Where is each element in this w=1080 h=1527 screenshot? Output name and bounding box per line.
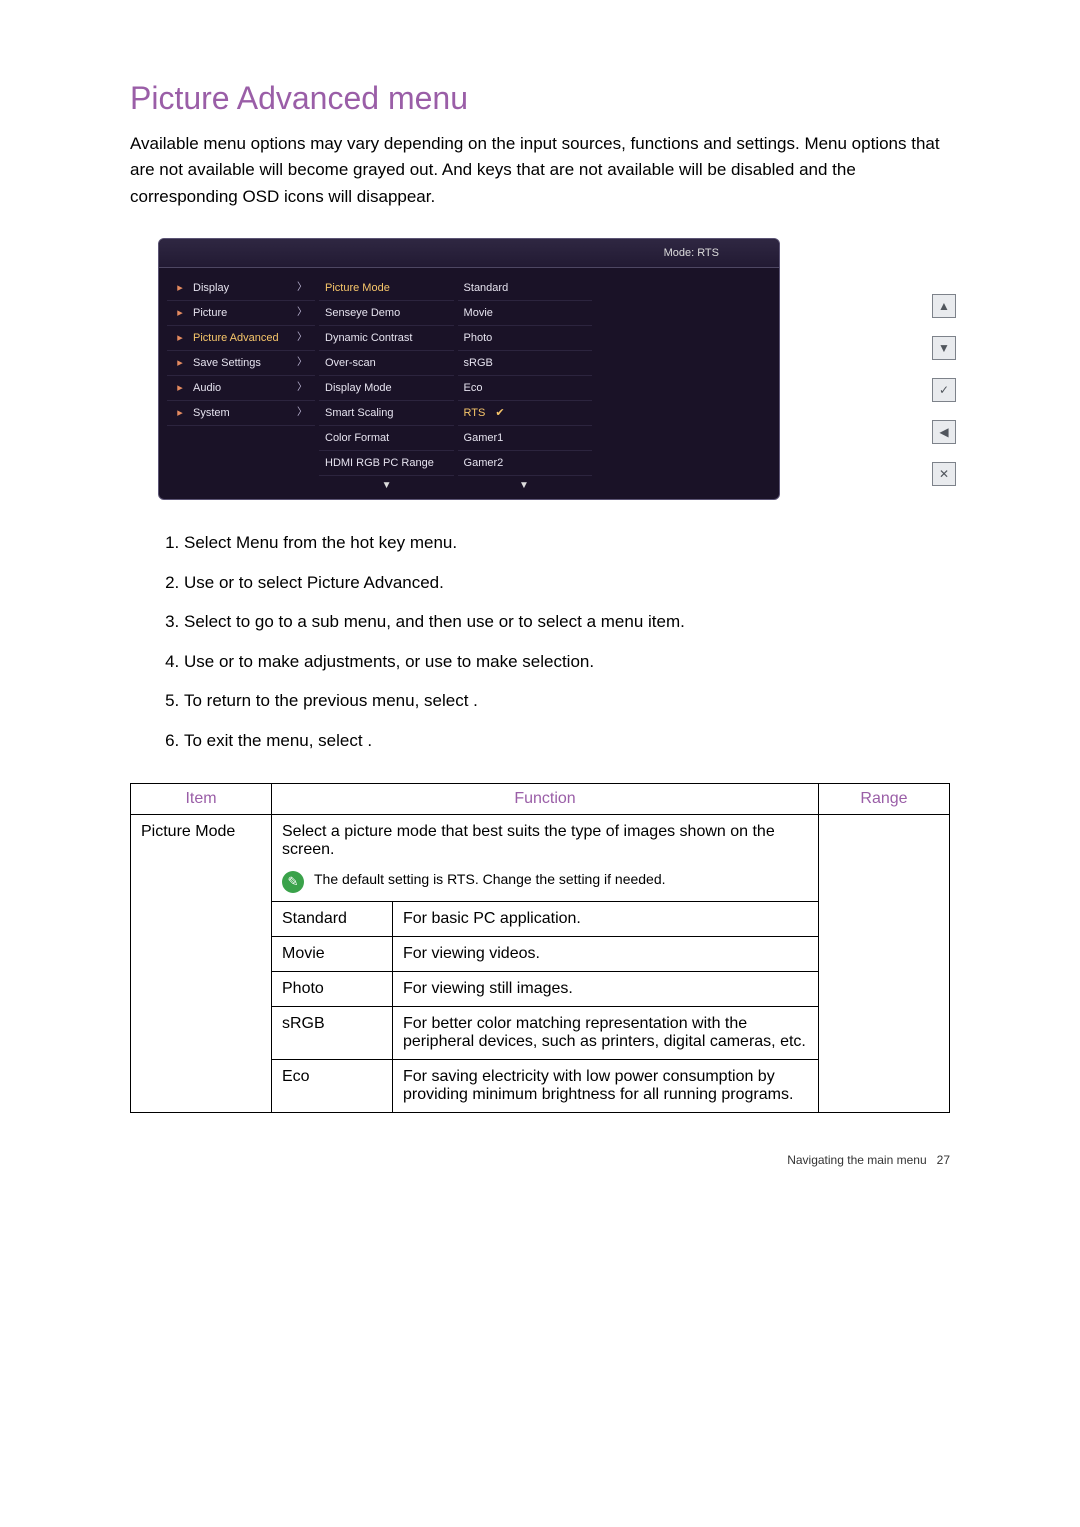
- mode-desc: For better color matching representation…: [393, 1007, 818, 1059]
- osd-item-label: Gamer2: [464, 451, 504, 475]
- osd-item[interactable]: Dynamic Contrast: [319, 326, 454, 351]
- osd-item-label: Over-scan: [325, 351, 376, 375]
- chevron-right-icon: 〉: [297, 301, 307, 325]
- osd-nav-button[interactable]: ✓: [932, 378, 956, 402]
- osd-nav-button[interactable]: ▼: [932, 336, 956, 360]
- osd-item[interactable]: ▸System 〉: [167, 401, 315, 426]
- menu-icon: ▸: [173, 401, 187, 425]
- chevron-right-icon: 〉: [297, 401, 307, 425]
- mode-desc: For viewing still images.: [393, 972, 818, 1006]
- osd-item[interactable]: sRGB: [458, 351, 593, 376]
- osd-item[interactable]: ▸Save Settings 〉: [167, 351, 315, 376]
- osd-item[interactable]: Display Mode: [319, 376, 454, 401]
- page-footer: Navigating the main menu 27: [130, 1153, 950, 1167]
- osd-item[interactable]: Photo: [458, 326, 593, 351]
- osd-item-label: Movie: [464, 301, 493, 325]
- tip-row: ✎ The default setting is RTS. Change the…: [282, 871, 808, 893]
- chevron-right-icon: 〉: [297, 376, 307, 400]
- osd-item[interactable]: HDMI RGB PC Range: [319, 451, 454, 476]
- chevron-right-icon: 〉: [297, 276, 307, 300]
- col-range: Range: [819, 784, 950, 815]
- osd-item[interactable]: Standard: [458, 276, 593, 301]
- menu-icon: ▸: [173, 376, 187, 400]
- osd-item[interactable]: Picture Mode: [319, 276, 454, 301]
- mode-desc: For basic PC application.: [393, 902, 818, 936]
- osd-item-label: Picture: [193, 301, 227, 325]
- osd-item[interactable]: Over-scan: [319, 351, 454, 376]
- range-cell: [819, 815, 950, 1113]
- step-item: Select Menu from the hot key menu.: [184, 530, 950, 556]
- osd-item-label: Display: [193, 276, 229, 300]
- osd-nav-button[interactable]: ◀: [932, 420, 956, 444]
- osd-item[interactable]: ▸Display 〉: [167, 276, 315, 301]
- menu-icon: ▸: [173, 276, 187, 300]
- osd-item-label: Photo: [464, 326, 493, 350]
- osd-item-label: Senseye Demo: [325, 301, 400, 325]
- osd-item[interactable]: RTS ✔: [458, 401, 593, 426]
- osd-nav-button[interactable]: ✕: [932, 462, 956, 486]
- osd-item[interactable]: Senseye Demo: [319, 301, 454, 326]
- chevron-right-icon: 〉: [297, 326, 307, 350]
- mode-name: Movie: [272, 937, 393, 971]
- osd-item-label: Color Format: [325, 426, 389, 450]
- menu-icon: ▸: [173, 301, 187, 325]
- intro-text: Available menu options may vary dependin…: [130, 131, 950, 210]
- osd-item-label: Dynamic Contrast: [325, 326, 412, 350]
- osd-item-label: Standard: [464, 276, 509, 300]
- osd-item[interactable]: Gamer2: [458, 451, 593, 476]
- chevron-right-icon: 〉: [297, 351, 307, 375]
- step-item: Use or to select Picture Advanced.: [184, 570, 950, 596]
- reference-table: Item Function Range Picture Mode Select …: [130, 783, 950, 1113]
- check-icon: ✔: [495, 401, 504, 425]
- col-item: Item: [131, 784, 272, 815]
- scroll-down-icon: ▼: [455, 476, 592, 493]
- menu-icon: ▸: [173, 351, 187, 375]
- osd-item-label: Picture Mode: [325, 276, 390, 300]
- step-item: Use or to make adjustments, or use to ma…: [184, 649, 950, 675]
- osd-item-label: Gamer1: [464, 426, 504, 450]
- osd-item-label: Audio: [193, 376, 221, 400]
- scroll-down-icon: ▼: [318, 476, 455, 493]
- instruction-steps: Select Menu from the hot key menu. Use or…: [150, 530, 950, 753]
- osd-item[interactable]: Gamer1: [458, 426, 593, 451]
- mode-desc: For viewing videos.: [393, 937, 818, 971]
- osd-item-label: Smart Scaling: [325, 401, 393, 425]
- osd-mode-label: Mode: RTS: [664, 247, 719, 259]
- osd-item-label: RTS: [464, 401, 486, 425]
- mode-name: Eco: [272, 1060, 393, 1112]
- item-desc-cell: Select a picture mode that best suits th…: [272, 815, 819, 902]
- mode-desc: For saving electricity with low power co…: [393, 1060, 818, 1112]
- osd-item[interactable]: Movie: [458, 301, 593, 326]
- mode-name: Standard: [272, 902, 393, 936]
- osd-nav-button[interactable]: ▲: [932, 294, 956, 318]
- osd-item[interactable]: Eco: [458, 376, 593, 401]
- mode-name: Photo: [272, 972, 393, 1006]
- osd-item-label: Save Settings: [193, 351, 261, 375]
- osd-item[interactable]: Color Format: [319, 426, 454, 451]
- pencil-icon: ✎: [282, 871, 304, 893]
- step-item: Select to go to a sub menu, and then use…: [184, 609, 950, 635]
- page-title: Picture Advanced menu: [130, 80, 950, 117]
- step-item: To exit the menu, select .: [184, 728, 950, 754]
- tip-text: The default setting is RTS. Change the s…: [314, 871, 666, 887]
- item-desc: Select a picture mode that best suits th…: [282, 823, 808, 859]
- item-name: Picture Mode: [131, 815, 272, 1113]
- osd-item[interactable]: Smart Scaling: [319, 401, 454, 426]
- osd-item-label: System: [193, 401, 230, 425]
- step-item: To return to the previous menu, select .: [184, 688, 950, 714]
- osd-item[interactable]: ▸Picture 〉: [167, 301, 315, 326]
- menu-icon: ▸: [173, 326, 187, 350]
- osd-item-label: Display Mode: [325, 376, 392, 400]
- osd-item-label: Eco: [464, 376, 483, 400]
- osd-item-label: Picture Advanced: [193, 326, 279, 350]
- osd-screenshot: Mode: RTS ▸Display〉▸Picture〉▸Picture Adv…: [158, 238, 922, 500]
- osd-item[interactable]: ▸Audio 〉: [167, 376, 315, 401]
- osd-item-label: HDMI RGB PC Range: [325, 451, 434, 475]
- osd-item-label: sRGB: [464, 351, 493, 375]
- col-function: Function: [272, 784, 819, 815]
- mode-name: sRGB: [272, 1007, 393, 1059]
- osd-item[interactable]: ▸Picture Advanced 〉: [167, 326, 315, 351]
